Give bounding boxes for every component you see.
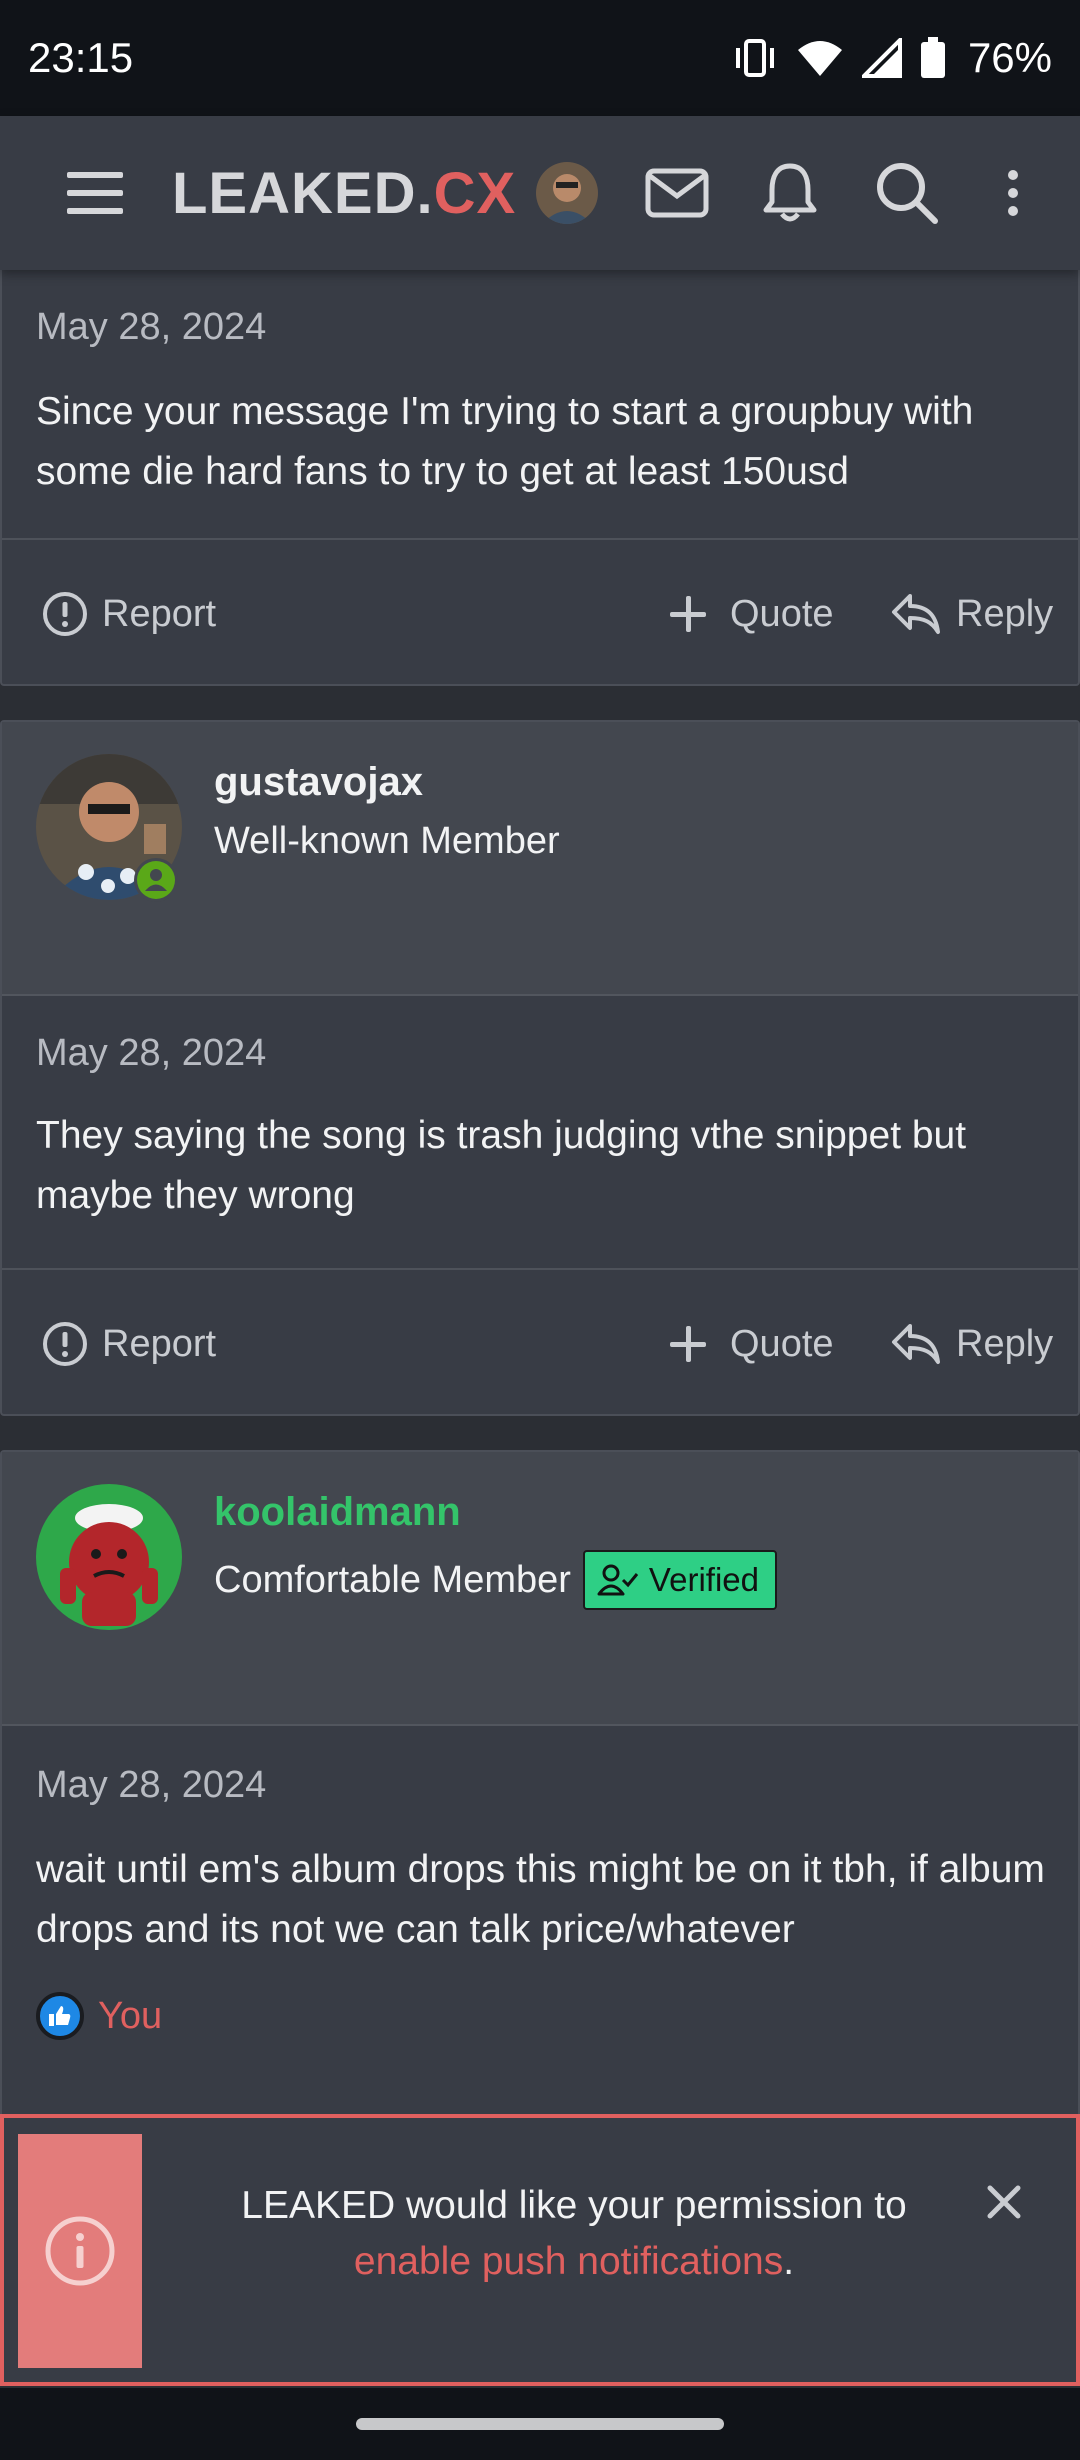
logo-text-main: LEAKED. (172, 160, 434, 226)
reply-label: Reply (956, 592, 1054, 635)
user-check-icon (597, 1564, 639, 1596)
report-label: Report (102, 1322, 217, 1365)
quote-button[interactable]: Quote (670, 1270, 834, 1418)
post-body: May 28, 2024 wait until em's album drops… (2, 1726, 1078, 2146)
status-time: 23:15 (28, 34, 134, 81)
username[interactable]: koolaidmann (214, 1490, 461, 1535)
mail-icon (645, 168, 709, 218)
reply-label: Reply (956, 1322, 1054, 1365)
post-user-header: koolaidmann Comfortable Member Verified (2, 1452, 1078, 1726)
alerts-button[interactable] (760, 116, 820, 270)
quote-label: Quote (730, 1322, 834, 1365)
reply-icon (892, 1324, 940, 1364)
report-icon (43, 1322, 87, 1366)
user-title-text: Well-known Member (214, 820, 560, 862)
plus-icon (670, 1326, 706, 1362)
enable-push-link[interactable]: enable push notifications (354, 2240, 783, 2283)
username[interactable]: gustavojax (214, 760, 423, 805)
verified-label: Verified (648, 1561, 759, 1598)
notice-text: LEAKED would like your permission to enab… (164, 2178, 984, 2290)
avatar (536, 162, 598, 224)
plus-icon (670, 596, 706, 632)
post-actions: Report Quote Reply (2, 538, 1078, 686)
battery-percent: 76% (967, 34, 1052, 81)
home-gesture-bar[interactable] (356, 2418, 724, 2430)
battery-icon (920, 37, 945, 78)
vibrate-icon (735, 39, 774, 77)
search-button[interactable] (874, 116, 940, 270)
post-user-header: gustavojax Well-known Member (2, 722, 1078, 996)
wifi-icon (797, 41, 842, 76)
account-button[interactable] (536, 116, 598, 270)
info-icon (45, 2216, 115, 2286)
post-date[interactable]: May 28, 2024 (36, 1764, 266, 1807)
close-icon (987, 2185, 1021, 2219)
search-icon (877, 163, 938, 224)
reaction-bar[interactable]: You (36, 1992, 162, 2040)
post-text: They saying the song is trash judging vt… (36, 1114, 967, 1217)
post-body: May 28, 2024 Since your message I'm tryi… (2, 252, 1078, 538)
report-button[interactable]: Report (42, 540, 216, 688)
logo-text-accent: CX (433, 160, 517, 226)
post-3: koolaidmann Comfortable Member Verified … (0, 1450, 1080, 2150)
online-indicator (134, 858, 178, 902)
report-label: Report (102, 592, 217, 635)
post-2: gustavojax Well-known Member May 28, 202… (0, 720, 1080, 1416)
post-text: wait until em's album drops this might b… (36, 1848, 1045, 1951)
post-date[interactable]: May 28, 2024 (36, 1032, 266, 1075)
post-body: May 28, 2024 They saying the song is tra… (2, 996, 1078, 1268)
user-title-text: Comfortable Member (214, 1558, 571, 1601)
post-text: Since your message I'm trying to start a… (36, 390, 974, 493)
reaction-users: You (98, 1994, 163, 2037)
reply-button[interactable]: Reply (890, 540, 1053, 688)
user-avatar[interactable] (36, 1484, 182, 1630)
quote-label: Quote (730, 592, 834, 635)
post-1: May 28, 2024 Since your message I'm tryi… (0, 250, 1080, 686)
online-user-icon (137, 861, 175, 899)
notice-period: . (783, 2240, 795, 2283)
site-logo[interactable]: LEAKED. CX (172, 116, 516, 270)
report-button[interactable]: Report (42, 1270, 216, 1418)
report-icon (43, 592, 87, 636)
menu-icon (67, 172, 123, 214)
like-icon (36, 1992, 84, 2040)
verified-badge: Verified (582, 1550, 777, 1610)
app-header: LEAKED. CX (0, 116, 1080, 270)
menu-button[interactable] (60, 116, 130, 270)
system-nav-bar (0, 2388, 1080, 2460)
more-button[interactable] (998, 116, 1028, 270)
inbox-button[interactable] (644, 116, 710, 270)
quote-button[interactable]: Quote (670, 540, 834, 688)
status-icons: 76% (732, 34, 1052, 82)
signal-icon (861, 38, 902, 78)
post-actions: Report Quote Reply (2, 1268, 1078, 1416)
bell-icon (763, 163, 817, 222)
user-title: Comfortable Member Verified (214, 1550, 777, 1610)
reply-button[interactable]: Reply (890, 1270, 1053, 1418)
more-vertical-icon (1008, 170, 1018, 216)
push-notification-notice: LEAKED would like your permission to enab… (0, 2114, 1080, 2386)
status-bar: 23:15 76% (0, 0, 1080, 116)
reply-icon (892, 594, 940, 634)
notice-message: LEAKED would like your permission to (241, 2184, 907, 2227)
user-title: Well-known Member (214, 820, 560, 863)
close-notice-button[interactable] (980, 2178, 1028, 2226)
notice-icon-box (18, 2134, 142, 2368)
post-date[interactable]: May 28, 2024 (36, 306, 266, 349)
